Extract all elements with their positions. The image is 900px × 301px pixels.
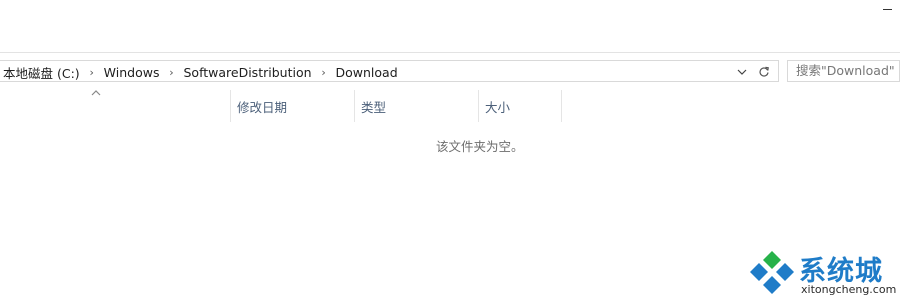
search-input[interactable]: 搜索"Download" [787, 60, 900, 82]
minimize-icon[interactable] [880, 2, 896, 16]
column-header-type[interactable]: 类型 [361, 90, 471, 122]
refresh-icon[interactable] [754, 61, 774, 83]
empty-folder-message: 该文件夹为空。 [436, 139, 524, 154]
column-divider[interactable] [478, 90, 479, 122]
column-divider[interactable] [354, 90, 355, 122]
breadcrumb-item-windows[interactable]: Windows [104, 65, 160, 80]
column-divider[interactable] [230, 90, 231, 122]
breadcrumb-item-download[interactable]: Download [336, 65, 398, 80]
column-header-size[interactable]: 大小 [485, 90, 555, 122]
breadcrumb: 本地磁盘 (C:) › Windows › SoftwareDistributi… [3, 61, 398, 83]
breadcrumb-item-c-drive[interactable]: 本地磁盘 (C:) [3, 63, 80, 82]
column-header-modified-date[interactable]: 修改日期 [237, 90, 347, 122]
breadcrumb-item-softwaredistribution[interactable]: SoftwareDistribution [183, 65, 311, 80]
chevron-down-icon[interactable] [734, 61, 750, 83]
address-bar[interactable]: 本地磁盘 (C:) › Windows › SoftwareDistributi… [0, 60, 779, 82]
column-divider[interactable] [561, 90, 562, 122]
window-titlebar [0, 0, 900, 52]
chevron-right-icon[interactable]: › [312, 66, 336, 79]
divider [0, 52, 900, 53]
chevron-right-icon[interactable]: › [80, 66, 104, 79]
watermark: 系统城 xitongcheng.com [745, 245, 900, 301]
chevron-right-icon[interactable]: › [159, 66, 183, 79]
watermark-url: xitongcheng.com [801, 283, 897, 296]
diamond-logo-icon [750, 251, 794, 294]
sort-caret-icon[interactable] [90, 88, 102, 98]
